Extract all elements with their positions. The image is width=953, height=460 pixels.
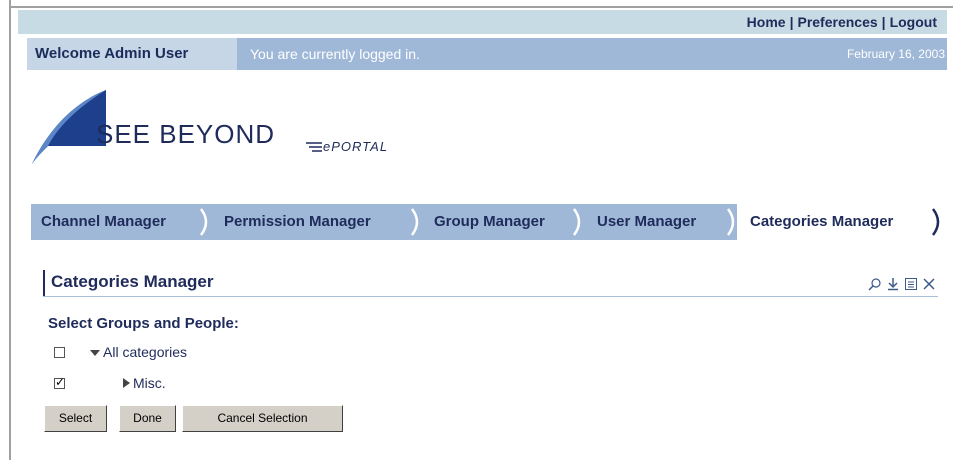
- tab-categories-manager[interactable]: Categories Manager: [737, 204, 947, 240]
- welcome-bar: Welcome Admin User You are currently log…: [27, 38, 947, 70]
- home-link[interactable]: Home: [747, 14, 786, 30]
- panel-divider: [43, 296, 938, 297]
- tab-separator-icon: [410, 208, 419, 236]
- done-button[interactable]: Done: [119, 405, 176, 432]
- login-status: You are currently logged in.: [250, 46, 420, 62]
- checkbox-misc[interactable]: [54, 375, 65, 389]
- tree-item-label[interactable]: All categories: [103, 344, 187, 360]
- frame-top-border: [9, 6, 953, 8]
- cancel-selection-button[interactable]: Cancel Selection: [182, 405, 343, 432]
- tab-separator-icon: [199, 208, 208, 236]
- panel-actions: [868, 277, 936, 291]
- logo-lines-icon: [306, 142, 322, 152]
- tab-bar: Channel Manager Permission Manager Group…: [31, 204, 947, 240]
- current-date: February 16, 2003: [846, 47, 945, 61]
- download-icon[interactable]: [886, 277, 900, 291]
- welcome-user-label: Welcome Admin User: [27, 38, 237, 70]
- top-links: Home | Preferences | Logout: [746, 14, 937, 30]
- close-icon[interactable]: [922, 277, 936, 291]
- tree-item-label[interactable]: Misc.: [133, 375, 166, 391]
- select-button[interactable]: Select: [44, 405, 107, 432]
- tree-item-misc: Misc.: [54, 373, 166, 393]
- expand-right-icon[interactable]: [121, 377, 131, 389]
- panel-header: Categories Manager: [43, 268, 938, 298]
- logout-link[interactable]: Logout: [890, 14, 937, 30]
- tab-group-manager[interactable]: Group Manager: [434, 204, 545, 240]
- edit-icon[interactable]: [904, 277, 918, 291]
- tree-item-all-categories: All categories: [54, 342, 187, 362]
- top-links-bar: Home | Preferences | Logout: [18, 10, 947, 34]
- section-label: Select Groups and People:: [48, 315, 239, 332]
- tab-separator-icon: [931, 208, 940, 236]
- tab-separator-icon: [572, 208, 581, 236]
- logo-product-text: ePORTAL: [323, 139, 389, 154]
- checkbox-all-categories[interactable]: [54, 346, 65, 358]
- panel-title-marker: [43, 270, 45, 296]
- tab-channel-manager[interactable]: Channel Manager: [41, 204, 166, 240]
- tab-user-manager[interactable]: User Manager: [597, 204, 696, 240]
- panel-title: Categories Manager: [51, 272, 214, 291]
- search-icon[interactable]: [868, 277, 882, 291]
- logo-brand-text: SEE BEYOND: [96, 119, 276, 149]
- tab-permission-manager[interactable]: Permission Manager: [224, 204, 371, 240]
- expand-down-icon[interactable]: [89, 347, 101, 357]
- frame-left-border: [9, 0, 11, 460]
- preferences-link[interactable]: Preferences: [797, 14, 877, 30]
